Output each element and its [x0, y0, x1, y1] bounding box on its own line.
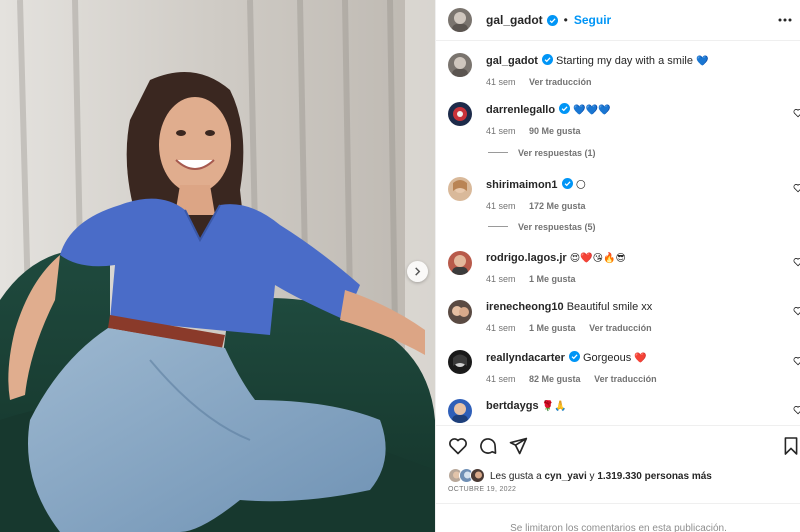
comment-likes[interactable]: 172 Me gusta	[529, 201, 586, 211]
comment-text: Beautiful smile xx	[566, 301, 653, 313]
comments-list[interactable]: gal_gadot Starting my day with a smile 💙…	[436, 42, 800, 425]
bookmark-icon[interactable]	[783, 436, 799, 456]
post-side-panel: gal_gadot • Seguir gal_gadot Starting my…	[435, 0, 800, 532]
comment-time[interactable]: 41 sem	[486, 374, 516, 384]
comment-likes[interactable]: 82 Me gusta	[529, 374, 581, 384]
comment-like-heart-icon[interactable]	[793, 257, 800, 267]
comment-like-heart-icon[interactable]	[793, 405, 800, 415]
comment-like-heart-icon[interactable]	[793, 356, 800, 366]
comments-limited-notice: Se limitaron los comentarios en esta pub…	[436, 503, 800, 532]
liker-username[interactable]: cyn_yavi	[545, 471, 587, 482]
comment-emoji: ❤️	[634, 353, 647, 364]
commenter-avatar[interactable]	[448, 350, 472, 374]
chevron-right-icon	[415, 267, 421, 276]
likes-prefix: Les gusta a	[490, 470, 542, 482]
comment-text: 💙💙💙	[573, 105, 611, 116]
caption-translate-link[interactable]: Ver traducción	[529, 77, 592, 87]
post-date[interactable]: OCTUBRE 19, 2022	[448, 486, 516, 493]
comment-time[interactable]: 41 sem	[486, 323, 516, 333]
view-replies-link[interactable]: Ver respuestas (1)	[488, 148, 596, 158]
verified-badge-icon	[568, 351, 580, 362]
comment-text: 🌕	[575, 180, 587, 191]
comment-username[interactable]: reallyndacarter	[486, 352, 565, 364]
comment-username[interactable]: darrenlegallo	[486, 104, 555, 116]
comment-likes[interactable]: 1 Me gusta	[529, 323, 576, 333]
comment-username[interactable]: rodrigo.lagos.jr	[486, 252, 567, 264]
separator-dot: •	[563, 13, 568, 27]
author-username[interactable]: gal_gadot	[486, 13, 543, 27]
heart-icon[interactable]	[448, 436, 468, 456]
comment-likes[interactable]: 90 Me gusta	[529, 126, 581, 136]
commenter-avatar[interactable]	[448, 177, 472, 201]
more-options-button[interactable]	[776, 11, 794, 29]
likes-count[interactable]: 1.319.330 personas más	[597, 471, 712, 482]
liker-avatars	[448, 468, 486, 484]
follow-button[interactable]: Seguir	[574, 13, 611, 27]
likes-summary[interactable]: Les gusta a cyn_yavi y 1.319.330 persona…	[448, 468, 712, 484]
comment-translate-link[interactable]: Ver traducción	[589, 323, 652, 333]
comment-time[interactable]: 41 sem	[486, 274, 516, 284]
more-icon	[778, 18, 792, 22]
comment-text: 🌹🙏	[541, 401, 567, 412]
commenter-avatar[interactable]	[448, 251, 472, 275]
verified-badge-icon	[561, 178, 573, 189]
comment-username[interactable]: irenecheong10	[486, 301, 564, 313]
caption-time[interactable]: 41 sem	[486, 77, 516, 87]
commenter-avatar[interactable]	[448, 102, 472, 126]
comment-time[interactable]: 41 sem	[486, 126, 516, 136]
comment-text: 😍❤️😘🔥😎	[569, 253, 626, 264]
comment-username[interactable]: bertdaygs	[486, 400, 539, 412]
post-header: gal_gadot • Seguir	[436, 0, 800, 41]
post-media[interactable]	[0, 0, 435, 532]
post-actions-bar	[436, 425, 800, 465]
comment-translate-link[interactable]: Ver traducción	[594, 374, 657, 384]
verified-badge-icon	[559, 103, 571, 114]
commenter-avatar[interactable]	[448, 300, 472, 324]
caption-text: Starting my day with a smile	[556, 55, 693, 67]
comment-icon[interactable]	[478, 436, 498, 456]
commenter-avatar[interactable]	[448, 399, 472, 423]
comment-likes[interactable]: 1 Me gusta	[529, 274, 576, 284]
liker-avatar	[470, 468, 485, 483]
comment-like-heart-icon[interactable]	[793, 183, 800, 193]
verified-badge-icon	[541, 54, 553, 65]
share-icon[interactable]	[508, 436, 528, 456]
next-photo-button[interactable]	[407, 261, 428, 282]
caption-username[interactable]: gal_gadot	[486, 55, 538, 67]
verified-badge-icon	[546, 14, 558, 26]
view-replies-link[interactable]: Ver respuestas (5)	[488, 222, 596, 232]
caption-emoji: 💙	[696, 56, 709, 67]
comment-username[interactable]: shirimaimon1	[486, 179, 558, 191]
comment-text: Gorgeous	[582, 352, 632, 364]
author-avatar[interactable]	[448, 8, 472, 32]
comment-like-heart-icon[interactable]	[793, 306, 800, 316]
likes-middle: y	[589, 470, 595, 482]
comment-like-heart-icon[interactable]	[793, 108, 800, 118]
author-avatar[interactable]	[448, 53, 472, 77]
post-photo	[0, 0, 435, 532]
comment-time[interactable]: 41 sem	[486, 201, 516, 211]
